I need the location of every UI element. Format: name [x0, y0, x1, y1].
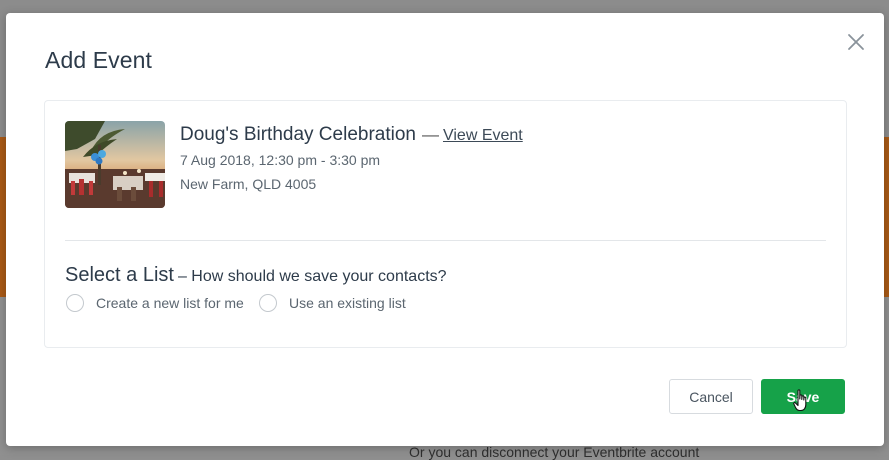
event-thumbnail	[65, 121, 165, 208]
list-title: Select a List	[65, 264, 174, 286]
radio-button[interactable]	[259, 294, 277, 312]
close-icon[interactable]	[844, 30, 868, 54]
radio-label: Create a new list for me	[96, 295, 244, 311]
event-location: New Farm, QLD 4005	[180, 176, 317, 192]
list-heading: Select a List – How should we save your c…	[65, 264, 447, 287]
modal-title: Add Event	[45, 47, 153, 73]
radio-button[interactable]	[66, 294, 84, 312]
event-date: 7 Aug 2018, 12:30 pm - 3:30 pm	[180, 152, 381, 168]
disconnect-text: Or you can disconnect your Eventbrite ac…	[409, 444, 700, 460]
event-card: Doug's Birthday Celebration — View Event 7…	[44, 100, 847, 348]
view-event-link[interactable]: View Event	[443, 127, 523, 144]
cancel-button[interactable]: Cancel	[669, 379, 753, 414]
title-separator: —	[421, 125, 439, 144]
hand-cursor-icon	[793, 389, 811, 413]
add-event-modal: Add Event Doug's Birthday Celebration — …	[6, 13, 884, 446]
radio-option-new-list[interactable]: Create a new list for me	[66, 292, 244, 314]
radio-option-existing-list[interactable]: Use an existing list	[259, 292, 406, 314]
event-title-line: Doug's Birthday Celebration — View Event	[180, 124, 523, 146]
radio-label: Use an existing list	[289, 295, 406, 311]
event-name: Doug's Birthday Celebration	[180, 124, 416, 145]
card-divider	[65, 240, 826, 241]
list-subtitle: – How should we save your contacts?	[177, 268, 447, 285]
